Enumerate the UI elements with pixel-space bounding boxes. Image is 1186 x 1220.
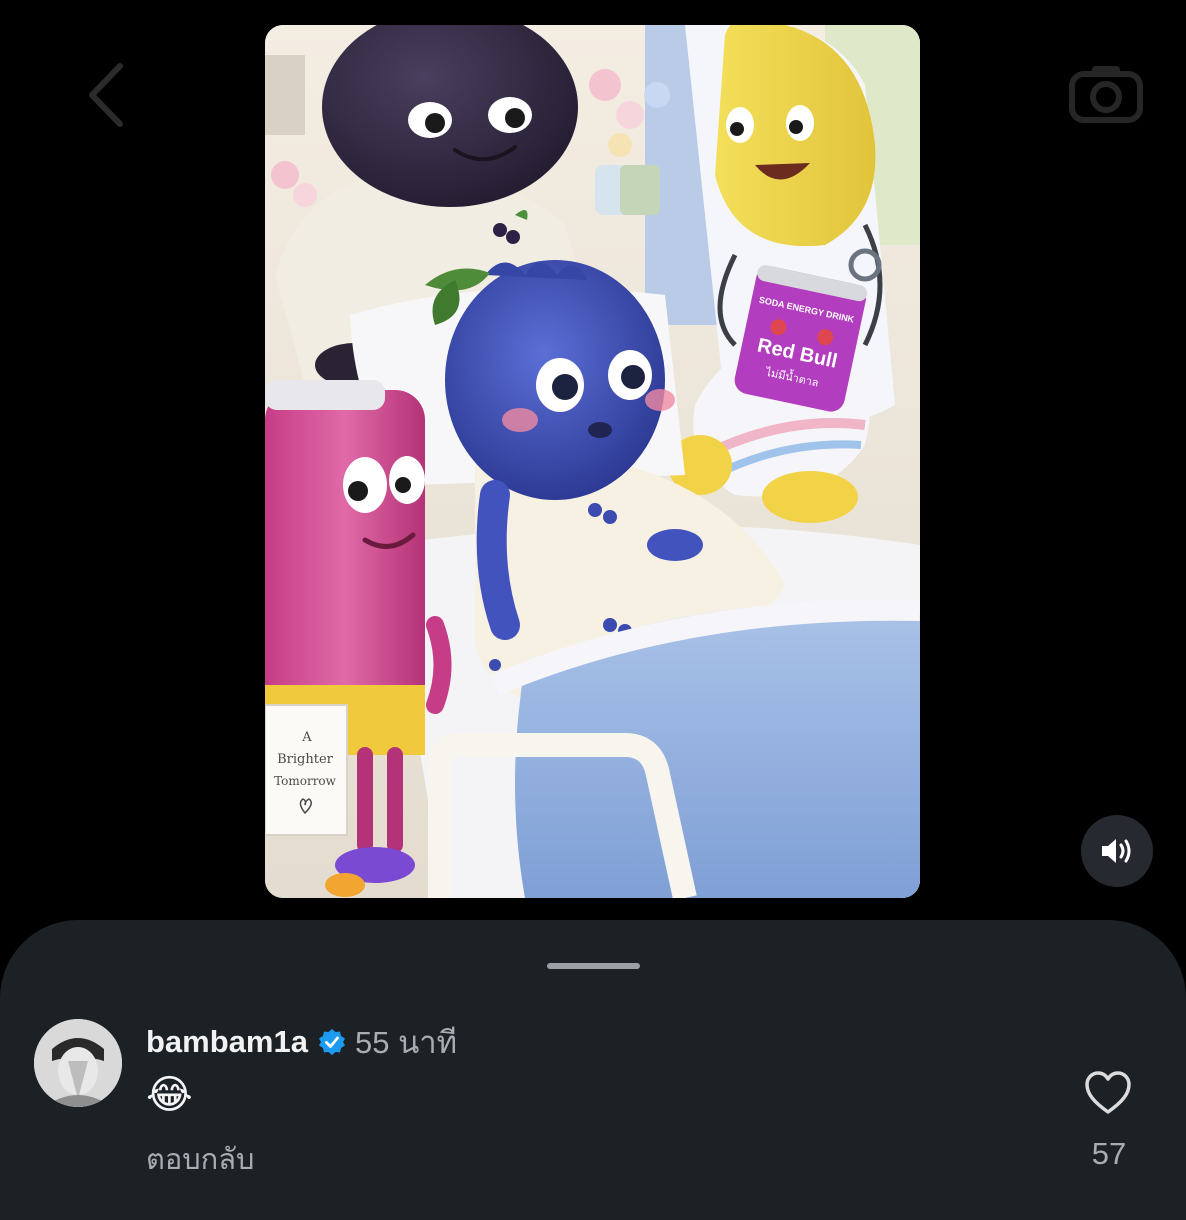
sheet-drag-handle[interactable]: [547, 963, 640, 969]
heart-outline-icon: [1085, 1071, 1131, 1114]
like-button[interactable]: [1084, 1070, 1132, 1116]
avatar[interactable]: [34, 1019, 122, 1107]
comment-username[interactable]: bambam1a: [146, 1024, 308, 1060]
back-button[interactable]: [78, 60, 138, 130]
verified-badge-icon: [318, 1029, 345, 1055]
like-count: 57: [1091, 1136, 1127, 1171]
chevron-left-icon: [89, 63, 123, 127]
svg-text:Tomorrow: Tomorrow: [274, 774, 337, 788]
comment-header: bambam1a 55 นาที: [146, 1022, 457, 1062]
svg-text:Brighter: Brighter: [277, 752, 334, 767]
comment-time: 55 นาที: [354, 1025, 458, 1060]
speaker-icon: [1102, 839, 1131, 863]
profile-photo: [34, 1019, 122, 1107]
camera-button[interactable]: [1068, 62, 1144, 124]
hospital-scene-illustration: SODA ENERGY DRINK Red Bull ไม่มีน้ำตาล A…: [265, 25, 920, 898]
camera-icon: [1069, 66, 1143, 123]
post-media[interactable]: SODA ENERGY DRINK Red Bull ไม่มีน้ำตาล A…: [265, 25, 920, 898]
reply-button[interactable]: ตอบกลับ: [146, 1136, 254, 1182]
sound-toggle-button[interactable]: [1081, 815, 1153, 887]
comment-text: 😂: [146, 1073, 193, 1117]
svg-text:A: A: [301, 730, 312, 745]
comments-sheet: bambam1a 55 นาที 😂 ตอบกลับ 57: [0, 920, 1186, 1220]
